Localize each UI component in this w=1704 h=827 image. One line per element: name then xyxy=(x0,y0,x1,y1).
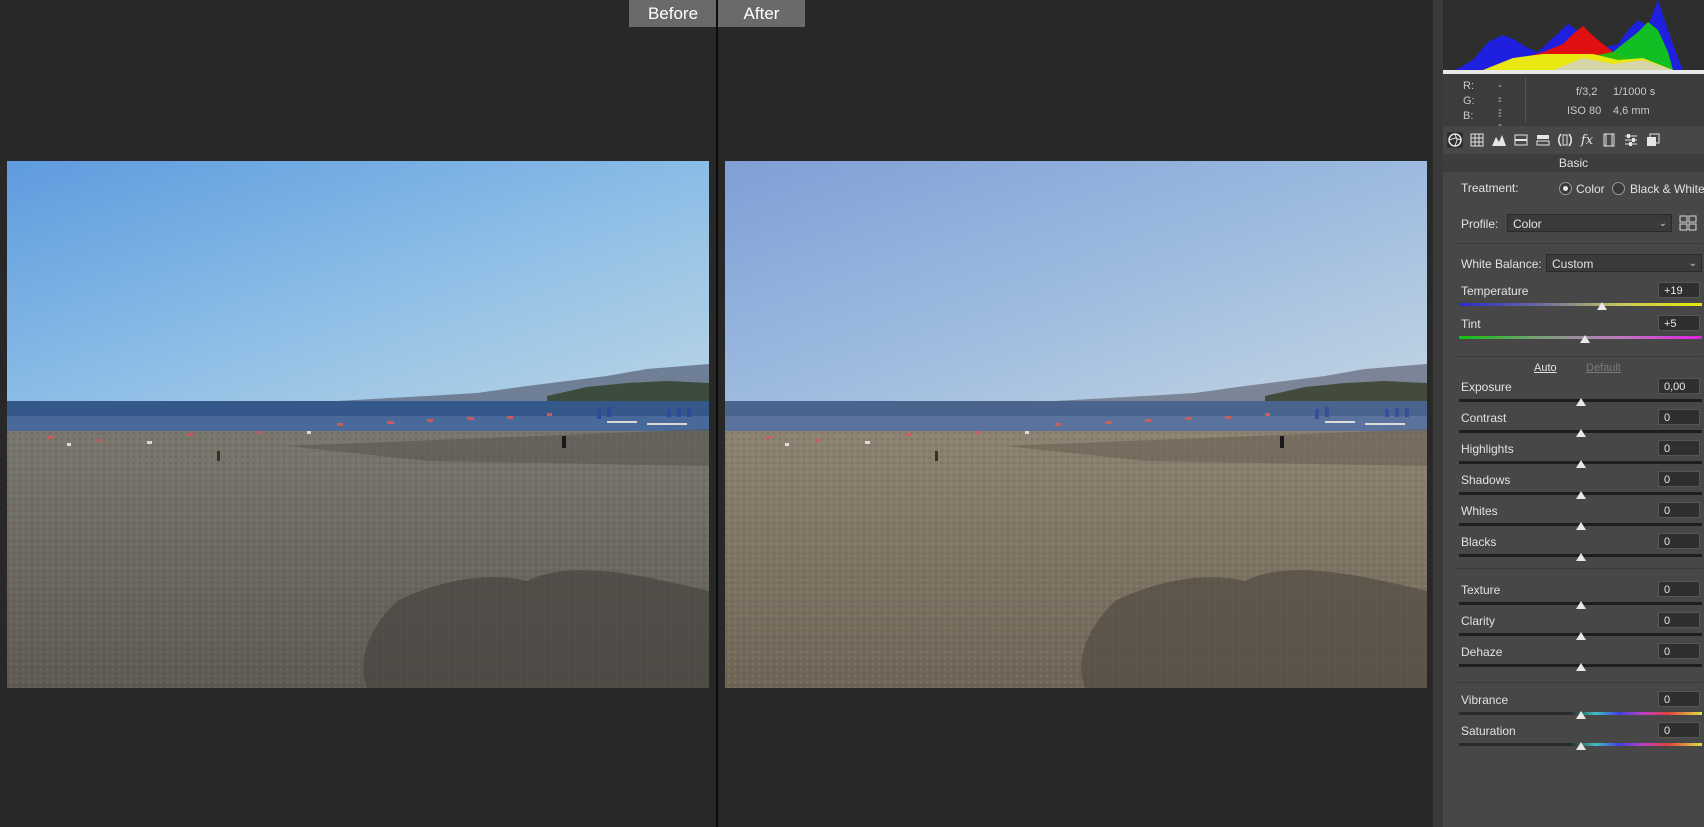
info-separator xyxy=(1525,78,1526,122)
saturation-slider-thumb[interactable] xyxy=(1575,742,1586,750)
blacks-slider-thumb[interactable] xyxy=(1575,553,1586,561)
saturation-label: Saturation xyxy=(1461,724,1516,738)
panel-toolbar: fx xyxy=(1443,126,1704,154)
whites-slider-thumb[interactable] xyxy=(1575,522,1586,530)
saturation-value-field[interactable]: 0 xyxy=(1658,722,1700,738)
divider-line xyxy=(1456,568,1702,569)
profile-select[interactable]: Color ⌄ xyxy=(1507,214,1672,232)
after-image[interactable] xyxy=(725,161,1427,688)
iso-value: ISO 80 xyxy=(1567,105,1602,117)
highlights-slider-thumb[interactable] xyxy=(1575,460,1586,468)
hsl-icon[interactable] xyxy=(1513,132,1529,148)
exposure-slider-thumb[interactable] xyxy=(1575,398,1586,406)
before-image[interactable] xyxy=(7,161,709,688)
r-label: R: xyxy=(1463,80,1474,92)
tint-slider-thumb[interactable] xyxy=(1580,335,1591,343)
temperature-slider-thumb[interactable] xyxy=(1597,302,1608,310)
split-toning-icon[interactable] xyxy=(1535,132,1551,148)
temperature-value-field[interactable]: +19 xyxy=(1658,282,1700,298)
aperture-icon[interactable] xyxy=(1447,132,1463,148)
contrast-slider-thumb[interactable] xyxy=(1575,429,1586,437)
texture-value-field[interactable]: 0 xyxy=(1658,581,1700,597)
film-icon[interactable] xyxy=(1601,132,1617,148)
focal-length-value: 4,6 mm xyxy=(1613,105,1650,117)
clarity-slider-thumb[interactable] xyxy=(1575,632,1586,640)
vibrance-label: Vibrance xyxy=(1461,693,1509,707)
chevron-down-icon: ⌄ xyxy=(1658,218,1667,229)
white-balance-select[interactable]: Custom ⌄ xyxy=(1546,254,1702,272)
profile-browser-grid-icon[interactable] xyxy=(1679,215,1697,231)
highlights-label: Highlights xyxy=(1461,442,1514,456)
shadows-slider-thumb[interactable] xyxy=(1575,491,1586,499)
vibrance-value-field[interactable]: 0 xyxy=(1658,691,1700,707)
divider-line xyxy=(1456,243,1702,244)
compare-view: Before After xyxy=(0,0,1433,827)
temperature-slider-track[interactable] xyxy=(1459,303,1702,306)
divider-line xyxy=(1456,356,1702,357)
exposure-label: Exposure xyxy=(1461,380,1512,394)
contrast-label: Contrast xyxy=(1461,411,1507,425)
blacks-value-field[interactable]: 0 xyxy=(1658,533,1700,549)
fx-icon[interactable]: fx xyxy=(1579,132,1595,148)
shadows-value-field[interactable]: 0 xyxy=(1658,471,1700,487)
after-tab[interactable]: After xyxy=(718,0,805,27)
blacks-label: Blacks xyxy=(1461,535,1497,549)
whites-label: Whites xyxy=(1461,504,1498,518)
sliders-icon[interactable] xyxy=(1623,132,1639,148)
auto-link[interactable]: Auto xyxy=(1534,362,1557,374)
texture-label: Texture xyxy=(1461,583,1501,597)
treatment-label: Treatment: xyxy=(1461,181,1519,195)
pixel-info-bar: R: --- G: --- B: --- f/3,2 1/1000 s ISO … xyxy=(1443,74,1704,146)
b-label: B: xyxy=(1463,110,1474,122)
tint-label: Tint xyxy=(1461,317,1481,331)
before-tab[interactable]: Before xyxy=(629,0,717,27)
rgb-b-row: B: --- xyxy=(1463,110,1502,146)
rgb-r-row: R: --- xyxy=(1463,80,1502,116)
temperature-label: Temperature xyxy=(1461,284,1529,298)
section-title-basic: Basic xyxy=(1443,154,1704,172)
shutter-value: 1/1000 s xyxy=(1613,86,1656,98)
treatment-bw-label[interactable]: Black & White xyxy=(1630,182,1704,196)
default-link[interactable]: Default xyxy=(1586,362,1621,374)
dehaze-slider-thumb[interactable] xyxy=(1575,663,1586,671)
white-balance-label: White Balance: xyxy=(1461,257,1542,271)
snapshots-icon[interactable] xyxy=(1645,132,1661,148)
rgb-g-row: G: --- xyxy=(1463,95,1502,131)
profile-select-value: Color xyxy=(1513,217,1542,231)
vibrance-slider-thumb[interactable] xyxy=(1575,711,1586,719)
chevron-down-icon: ⌄ xyxy=(1688,258,1697,269)
aperture-value: f/3,2 xyxy=(1576,86,1598,98)
tone-curve-grid-icon[interactable] xyxy=(1469,132,1485,148)
contrast-value-field[interactable]: 0 xyxy=(1658,409,1700,425)
dehaze-label: Dehaze xyxy=(1461,645,1503,659)
g-label: G: xyxy=(1463,95,1475,107)
whites-value-field[interactable]: 0 xyxy=(1658,502,1700,518)
treatment-color-radio[interactable] xyxy=(1559,182,1572,195)
tint-value-field[interactable]: +5 xyxy=(1658,315,1700,331)
clarity-label: Clarity xyxy=(1461,614,1496,628)
divider-line xyxy=(1456,682,1702,683)
clarity-value-field[interactable]: 0 xyxy=(1658,612,1700,628)
panel-edge[interactable] xyxy=(1433,0,1443,827)
exposure-value-field[interactable]: 0,00 xyxy=(1658,378,1700,394)
compare-divider[interactable] xyxy=(716,0,718,827)
lens-icon[interactable] xyxy=(1557,132,1573,148)
white-balance-select-value: Custom xyxy=(1552,257,1594,271)
dehaze-value-field[interactable]: 0 xyxy=(1658,643,1700,659)
treatment-bw-radio[interactable] xyxy=(1612,182,1625,195)
mountains-icon[interactable] xyxy=(1491,132,1507,148)
texture-slider-thumb[interactable] xyxy=(1575,601,1586,609)
histogram[interactable] xyxy=(1443,0,1704,74)
profile-label: Profile: xyxy=(1461,217,1499,231)
shadows-label: Shadows xyxy=(1461,473,1511,487)
treatment-color-label[interactable]: Color xyxy=(1576,182,1605,196)
highlights-value-field[interactable]: 0 xyxy=(1658,440,1700,456)
